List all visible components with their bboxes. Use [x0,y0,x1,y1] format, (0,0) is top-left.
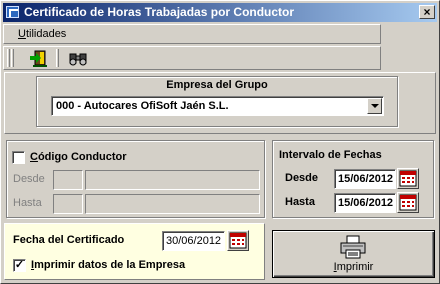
calendar-icon [399,170,417,187]
conductor-hasta-code-field[interactable] [53,194,83,214]
empresa-select[interactable]: 000 - Autocares OfiSoft Jaén S.L. [51,96,384,116]
empresa-selected-value: 000 - Autocares OfiSoft Jaén S.L. [56,100,229,112]
fecha-certificado-input[interactable]: 30/06/2012 [162,231,225,251]
intervalo-desde-calendar-button[interactable] [397,168,419,189]
codigo-conductor-checkbox[interactable] [12,151,25,164]
intervalo-hasta-calendar-button[interactable] [397,192,419,213]
codigo-conductor-label[interactable]: Código Conductor [30,151,127,163]
conductor-hasta-name-field [85,194,260,214]
binoculars-icon [69,53,87,66]
imprimir-empresa-checkbox[interactable]: ✓ [13,259,26,272]
imprimir-empresa-label-rest: mprimir datos de la Empresa [34,259,186,271]
intervalo-hasta-value: 15/06/2012 [338,197,394,209]
intervalo-desde-input[interactable]: 15/06/2012 [334,169,396,189]
intervalo-desde-value: 15/06/2012 [338,173,394,185]
toolbar-grip[interactable] [11,49,14,67]
conductor-hasta-label: Hasta [13,197,42,209]
tool-bar [3,46,381,70]
dropdown-arrow-icon[interactable] [367,98,382,114]
conductor-groupbox: Código Conductor Desde Hasta [6,140,265,218]
intervalo-hasta-input[interactable]: 15/06/2012 [334,193,396,213]
imprimir-button-label: Imprimir [273,261,434,273]
conductor-desde-code-field[interactable] [53,170,83,190]
fecha-certificado-value: 30/06/2012 [166,235,222,247]
menu-utilidades-label: tilidades [25,28,67,40]
search-button[interactable] [67,49,89,68]
intervalo-desde-label: Desde [285,172,319,184]
window-title: Certificado de Horas Trabajadas por Cond… [24,5,295,19]
toolbar-grip[interactable] [7,49,10,67]
exit-door-icon [30,50,47,67]
intervalo-groupbox: Intervalo de Fechas Desde 15/06/2012 Has… [272,140,434,218]
menu-utilidades-mnemonic: U [18,28,26,40]
empresa-panel: Empresa del Grupo 000 - Autocares OfiSof… [4,72,436,134]
conductor-desde-label: Desde [13,173,45,185]
printer-icon [340,235,366,259]
toolbar-separator [56,49,59,67]
exit-button[interactable] [29,49,51,68]
calendar-icon [229,232,247,249]
menu-utilidades[interactable]: Utilidades [18,28,66,40]
title-bar[interactable]: Certificado de Horas Trabajadas por Cond… [3,3,437,22]
fecha-certificado-label: Fecha del Certificado [13,234,125,246]
main-window: Certificado de Horas Trabajadas por Cond… [0,0,440,284]
codigo-conductor-mnemonic: C [30,151,38,163]
calendar-icon [399,194,417,211]
menu-bar: Utilidades [3,24,381,44]
imprimir-button[interactable]: Imprimir [272,230,435,278]
intervalo-hasta-label: Hasta [285,196,315,208]
intervalo-title: Intervalo de Fechas [279,149,382,161]
certificado-panel: Fecha del Certificado 30/06/2012 ✓ Impri… [4,223,265,280]
empresa-groupbox: Empresa del Grupo 000 - Autocares OfiSof… [36,76,398,127]
empresa-group-label: Empresa del Grupo [166,79,268,91]
app-icon [6,6,19,18]
conductor-desde-name-field [85,170,260,190]
close-button[interactable]: × [419,5,435,19]
codigo-conductor-label-rest: ódigo Conductor [37,151,127,163]
imprimir-button-label-rest: mprimir [336,261,374,273]
imprimir-empresa-label[interactable]: Imprimir datos de la Empresa [31,259,185,271]
fecha-certificado-calendar-button[interactable] [227,230,249,251]
